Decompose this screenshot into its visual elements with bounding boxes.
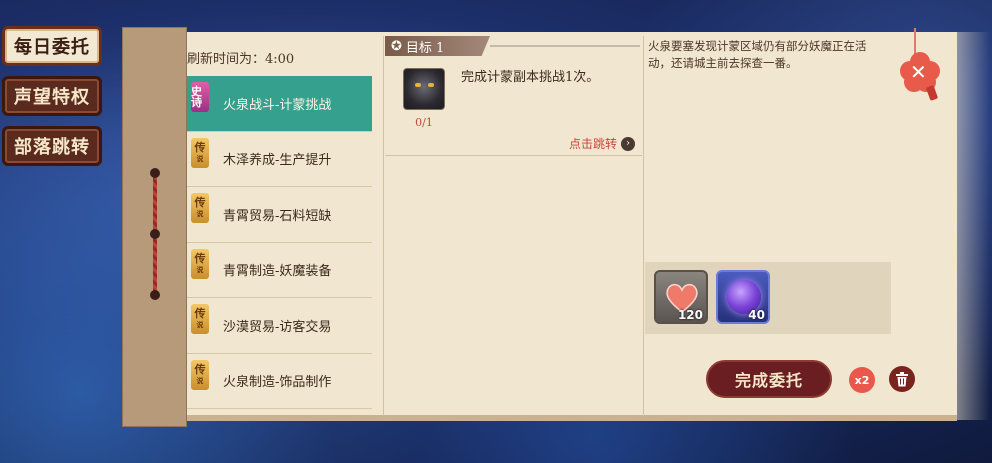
refresh-time: 刷新时间为：4:00	[187, 52, 295, 67]
goal-description: 完成计蒙副本挑战1次。	[461, 70, 600, 85]
task-label: 青霄贸易-石料短缺	[223, 208, 332, 224]
task-label: 沙漠贸易-访客交易	[223, 319, 332, 335]
boss-portrait	[403, 68, 445, 110]
legend-badge-icon: 传说	[191, 359, 209, 390]
task-item[interactable]: 史诗 火泉战斗-计蒙挑战	[187, 76, 372, 132]
goal-progress: 0/1	[415, 116, 433, 129]
tab-daily-commission[interactable]: 每日委托	[2, 26, 102, 66]
reward-item[interactable]: 40	[716, 270, 770, 324]
commission-description: 火泉要塞发现计蒙区域仍有部分妖魔正在活动，还请城主前去探查一番。	[648, 39, 867, 70]
legend-badge-icon: 传说	[191, 137, 209, 168]
goal-header: ✪ 目标 1	[385, 36, 490, 56]
task-item[interactable]: 传说 木泽养成-生产提升	[187, 132, 372, 187]
jump-link-label: 点击跳转	[569, 137, 618, 151]
delete-button[interactable]	[889, 366, 915, 392]
task-item[interactable]: 传说 沙漠贸易-访客交易	[187, 298, 372, 354]
close-icon: ✕	[910, 60, 927, 84]
reward-item[interactable]: 120	[654, 270, 708, 324]
epic-badge-icon: 史诗	[191, 82, 209, 112]
rope-knot	[150, 229, 160, 239]
tab-reputation-privilege[interactable]: 声望特权	[2, 76, 102, 116]
reward-qty: 40	[748, 308, 765, 322]
task-list: 史诗 火泉战斗-计蒙挑战 传说 木泽养成-生产提升 传说 青霄贸易-石料短缺 传…	[187, 76, 372, 409]
task-label: 火泉战斗-计蒙挑战	[223, 97, 332, 113]
rope-knot	[150, 168, 160, 178]
legend-badge-icon: 传说	[191, 304, 209, 334]
divider	[385, 155, 642, 156]
divider	[383, 36, 384, 416]
goal-header-label: 目标 1	[405, 40, 445, 56]
task-item[interactable]: 传说 青霄制造-妖魔装备	[187, 243, 372, 298]
complete-commission-button[interactable]: 完成委托	[706, 360, 832, 398]
task-label: 青霄制造-妖魔装备	[223, 264, 332, 280]
goal-header-line	[490, 45, 640, 47]
tab-tribe-jump[interactable]: 部落跳转	[2, 126, 102, 166]
trash-icon	[896, 371, 908, 386]
divider	[643, 36, 644, 416]
rope-knot	[150, 290, 160, 300]
task-item[interactable]: 传说 火泉制造-饰品制作	[187, 354, 372, 409]
legend-badge-icon: 传说	[191, 248, 209, 279]
jump-link[interactable]: 点击跳转 ›	[569, 135, 636, 152]
task-label: 火泉制造-饰品制作	[223, 375, 332, 391]
task-label: 木泽养成-生产提升	[223, 153, 332, 169]
star-icon: ✪	[391, 38, 402, 54]
chevron-right-icon: ›	[621, 136, 636, 151]
legend-badge-icon: 传说	[191, 193, 209, 223]
boss-eye	[415, 83, 421, 87]
close-string	[914, 28, 916, 54]
double-reward-button[interactable]: x2	[849, 367, 875, 393]
task-item[interactable]: 传说 青霄贸易-石料短缺	[187, 187, 372, 243]
boss-eye	[428, 83, 434, 87]
panel-bottom-edge	[187, 415, 957, 421]
reward-qty: 120	[677, 308, 703, 322]
